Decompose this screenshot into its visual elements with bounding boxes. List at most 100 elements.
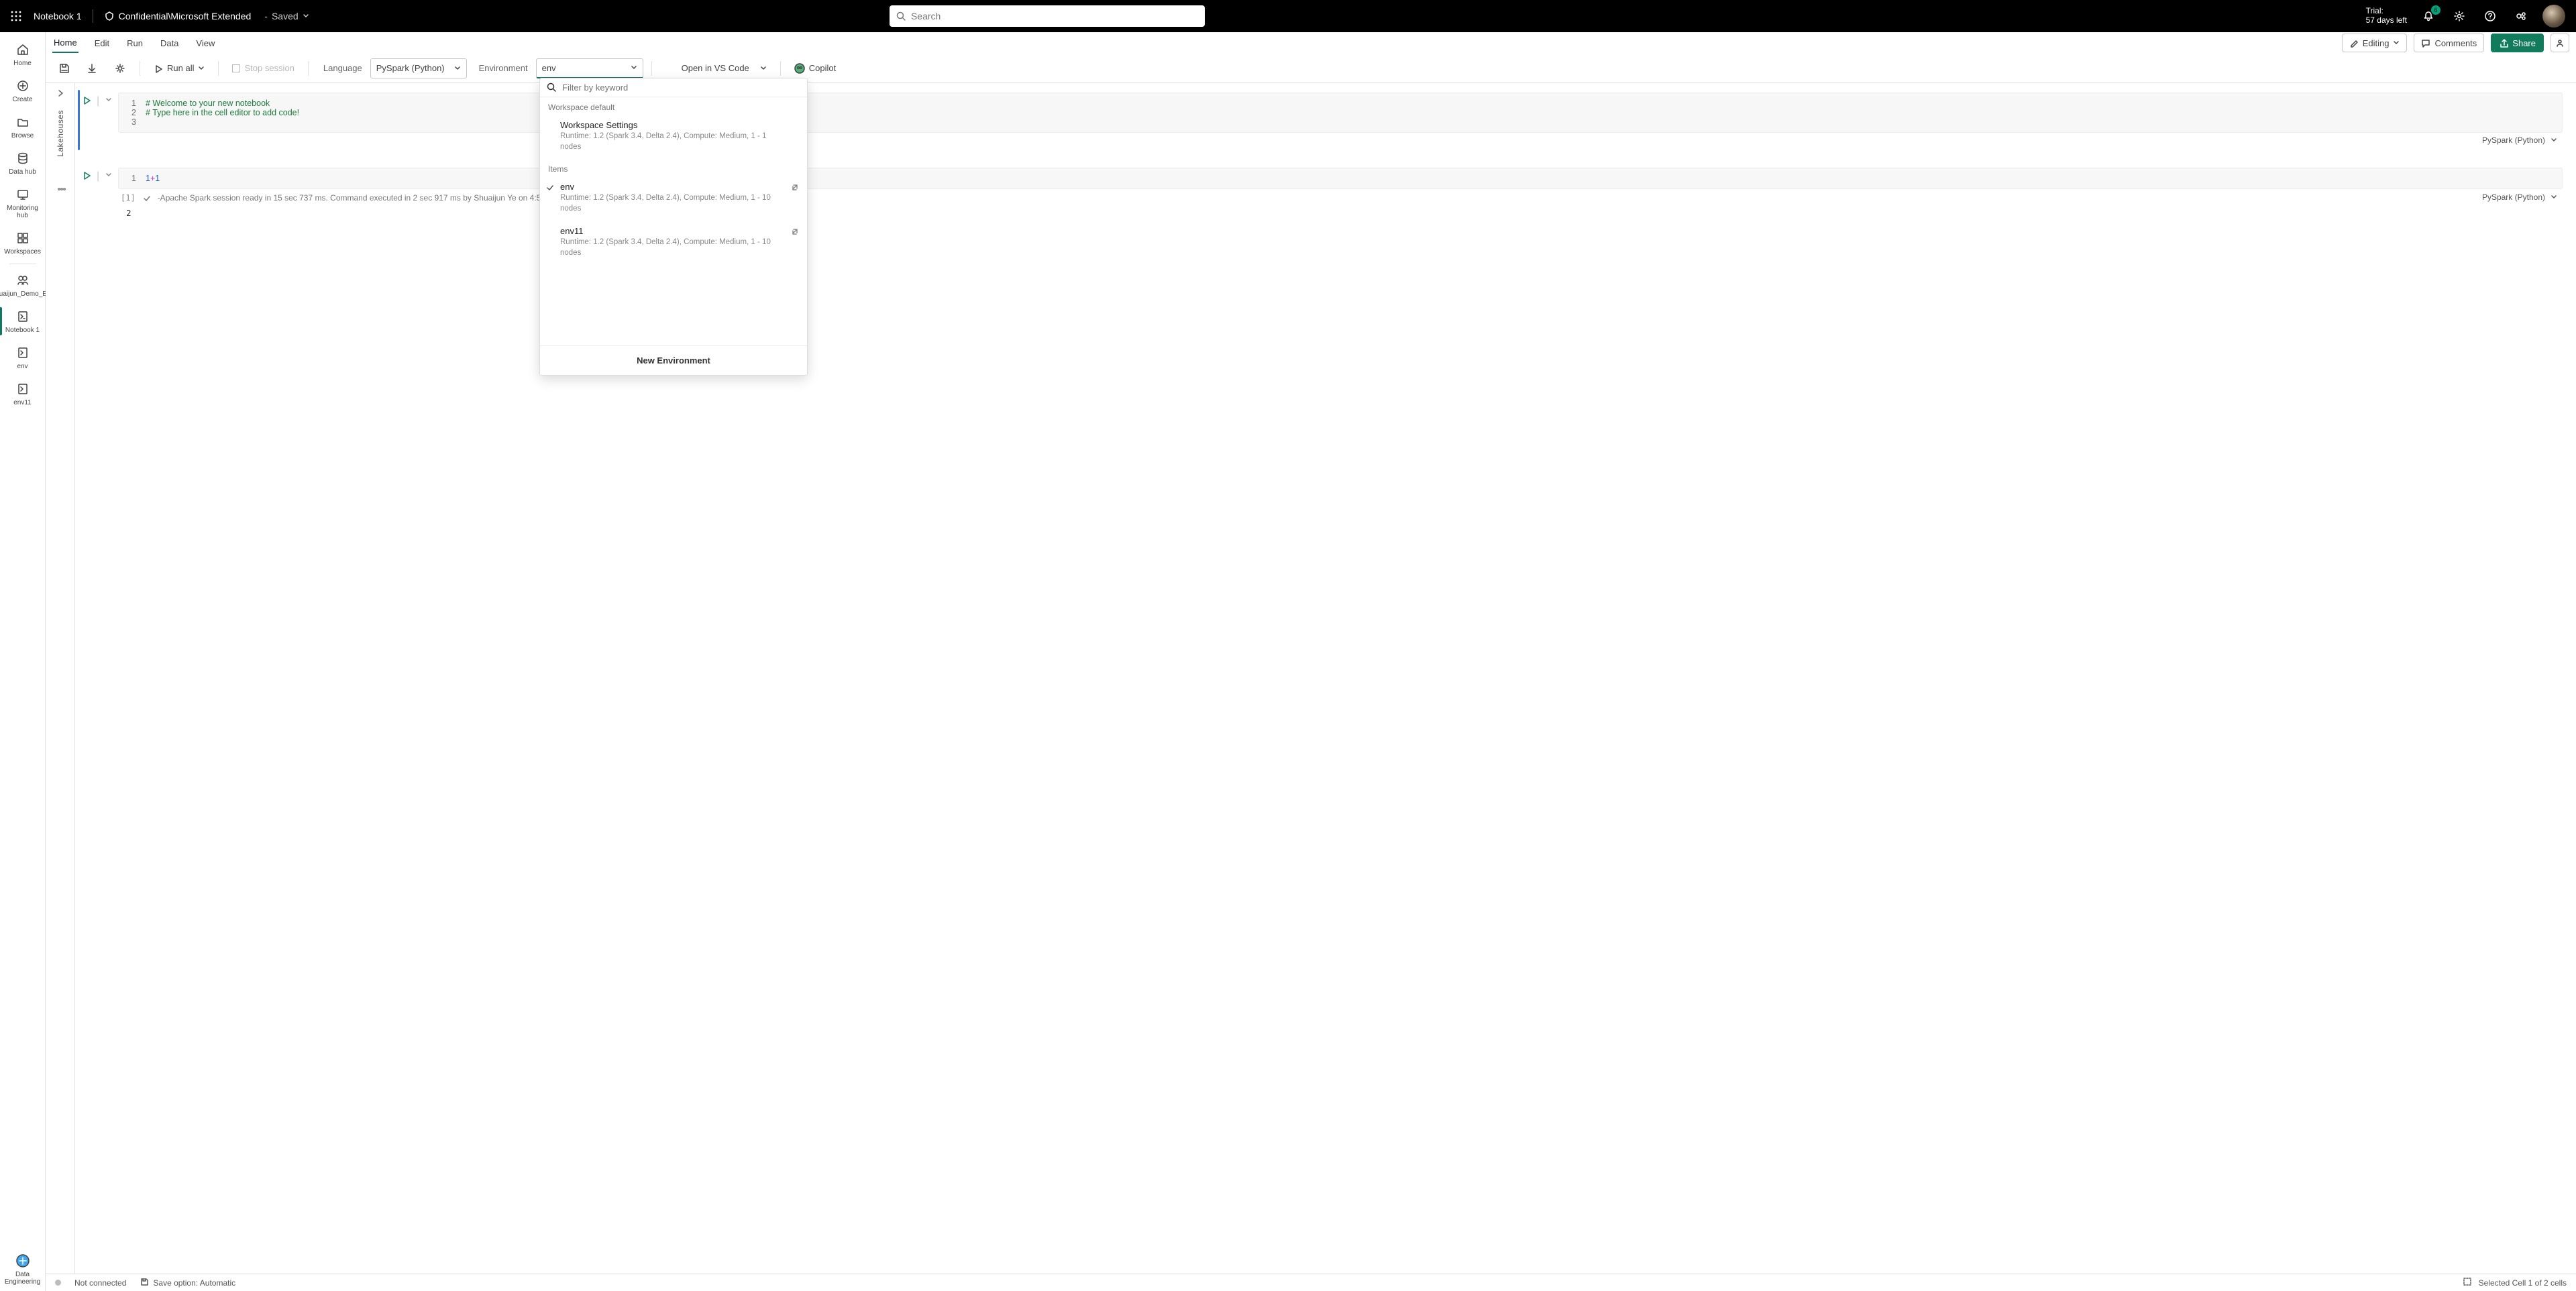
cell-menu-chevron-icon[interactable]: [105, 95, 113, 107]
nav-datahub[interactable]: Data hub: [0, 145, 45, 181]
settings-gear-icon[interactable]: [109, 59, 131, 78]
nav-env11[interactable]: env11: [0, 376, 45, 412]
cell-output: 2: [118, 204, 2563, 222]
open-vscode-label: Open in VS Code: [682, 63, 749, 73]
nav-env11-label: env11: [13, 399, 32, 406]
folder-icon: [15, 114, 31, 130]
run-cell-icon[interactable]: [82, 170, 91, 183]
tab-run[interactable]: Run: [125, 34, 144, 52]
environment-popover: Workspace default Workspace Settings Run…: [539, 78, 808, 376]
global-topbar: Notebook 1 Confidential\Microsoft Extend…: [0, 0, 2576, 32]
open-external-icon[interactable]: [790, 227, 799, 238]
environment-dropdown[interactable]: env: [536, 58, 643, 78]
trial-line1: Trial:: [2366, 7, 2407, 16]
status-bar: Not connected Save option: Automatic Sel…: [46, 1274, 2576, 1291]
nav-create[interactable]: Create: [0, 72, 45, 109]
app-launcher-icon[interactable]: [5, 5, 27, 27]
tab-view[interactable]: View: [195, 34, 216, 52]
nav-monitoring[interactable]: Monitoring hub: [0, 181, 45, 225]
ws-settings-sub: Runtime: 1.2 (Spark 3.4, Delta 2.4), Com…: [560, 131, 798, 152]
mode-editing-dropdown[interactable]: Editing: [2342, 34, 2408, 52]
help-icon[interactable]: [2481, 7, 2500, 25]
editing-label: Editing: [2363, 38, 2390, 48]
save-icon[interactable]: [52, 59, 75, 78]
notifications-count: 6: [2431, 5, 2440, 15]
nav-browse[interactable]: Browse: [0, 109, 45, 145]
cell-kernel-dropdown[interactable]: PySpark (Python): [2482, 135, 2557, 145]
env11-item-title: env11: [560, 226, 798, 236]
environment-label: Environment: [479, 63, 528, 73]
save-option-icon: [140, 1277, 149, 1288]
code-cell-2[interactable]: | 11+1 [1] -Apache Spark session ready i…: [118, 168, 2563, 205]
nav-monitoring-label: Monitoring hub: [1, 205, 44, 219]
nav-workspaces[interactable]: Workspaces: [0, 225, 45, 261]
open-external-icon[interactable]: [790, 183, 799, 194]
plus-circle-icon: [15, 78, 31, 94]
nav-env[interactable]: env: [0, 339, 45, 376]
comments-button[interactable]: Comments: [2414, 34, 2484, 52]
nav-user-workspace[interactable]: Shuaijun_Demo_Env: [0, 267, 45, 303]
cell-selection-status[interactable]: Selected Cell 1 of 2 cells: [2479, 1278, 2567, 1288]
save-status[interactable]: - Saved: [264, 11, 309, 21]
code-editor[interactable]: 1# Welcome to your new notebook 2# Type …: [118, 93, 2563, 133]
settings-icon[interactable]: [2450, 7, 2469, 25]
env-item-sub: Runtime: 1.2 (Spark 3.4, Delta 2.4), Com…: [560, 193, 798, 214]
data-engineering-icon: [15, 1253, 31, 1269]
notifications-icon[interactable]: 6: [2419, 7, 2438, 25]
new-environment-button[interactable]: New Environment: [540, 345, 807, 375]
cell-kernel-dropdown[interactable]: PySpark (Python): [2482, 192, 2557, 202]
nav-workspaces-label: Workspaces: [4, 248, 41, 256]
env-item-workspace-settings[interactable]: Workspace Settings Runtime: 1.2 (Spark 3…: [540, 115, 807, 159]
cell2-kernel-label: PySpark (Python): [2482, 192, 2545, 202]
home-icon: [15, 42, 31, 58]
code-cell-1[interactable]: | 1# Welcome to your new notebook 2# Typ…: [118, 93, 2563, 148]
nav-notebook1[interactable]: Notebook 1: [0, 303, 45, 339]
run-cell-icon[interactable]: [82, 95, 91, 108]
stop-session-label: Stop session: [244, 63, 294, 73]
copilot-label: Copilot: [809, 63, 836, 73]
copilot-panel-toggle[interactable]: [2551, 34, 2569, 52]
save-option-status[interactable]: Save option: Automatic: [153, 1278, 235, 1288]
copilot-button[interactable]: Copilot: [789, 59, 841, 78]
language-value: PySpark (Python): [376, 63, 445, 73]
download-icon[interactable]: [80, 59, 103, 78]
save-state-text: Saved: [272, 11, 299, 21]
output-more-icon[interactable]: [56, 184, 67, 198]
code-editor[interactable]: 11+1: [118, 168, 2563, 189]
database-icon: [15, 150, 31, 166]
feedback-icon[interactable]: [2512, 7, 2530, 25]
language-dropdown[interactable]: PySpark (Python): [370, 58, 467, 78]
trial-status[interactable]: Trial: 57 days left: [2366, 7, 2407, 25]
stop-session-button: Stop session: [227, 59, 299, 78]
env11-item-sub: Runtime: 1.2 (Spark 3.4, Delta 2.4), Com…: [560, 237, 798, 258]
notebook-title[interactable]: Notebook 1: [34, 11, 82, 21]
env-filter-row[interactable]: [540, 78, 807, 97]
lakehouses-label[interactable]: Lakehouses: [56, 110, 65, 157]
tab-home[interactable]: Home: [52, 34, 78, 53]
monitor-icon: [15, 186, 31, 203]
cell-menu-chevron-icon[interactable]: [105, 170, 113, 182]
env-item-env11[interactable]: env11 Runtime: 1.2 (Spark 3.4, Delta 2.4…: [540, 221, 807, 265]
workspace-icon: [15, 230, 31, 246]
share-label: Share: [2512, 38, 2536, 48]
nav-create-label: Create: [12, 96, 32, 103]
tab-data[interactable]: Data: [159, 34, 180, 52]
tab-edit[interactable]: Edit: [93, 34, 111, 52]
nav-persona[interactable]: Data Engineering: [0, 1247, 45, 1291]
env11-icon: [15, 381, 31, 397]
status-text: -Apache Spark session ready in 15 sec 73…: [158, 193, 552, 203]
user-avatar[interactable]: [2542, 5, 2565, 27]
ws-settings-title: Workspace Settings: [560, 120, 798, 130]
global-search[interactable]: Search: [890, 5, 1205, 27]
expand-rail-icon[interactable]: [46, 83, 74, 103]
open-vscode-button[interactable]: Open in VS Code: [660, 59, 772, 78]
env-item-env[interactable]: env Runtime: 1.2 (Spark 3.4, Delta 2.4),…: [540, 176, 807, 221]
nav-notebook1-label: Notebook 1: [5, 327, 40, 334]
nav-home[interactable]: Home: [0, 36, 45, 72]
connection-status[interactable]: Not connected: [74, 1278, 126, 1288]
sensitivity-label[interactable]: Confidential\Microsoft Extended: [104, 11, 252, 21]
run-all-button[interactable]: Run all: [148, 59, 210, 78]
env-filter-input[interactable]: [562, 82, 800, 93]
share-button[interactable]: Share: [2491, 34, 2544, 52]
trial-line2: 57 days left: [2366, 16, 2407, 25]
